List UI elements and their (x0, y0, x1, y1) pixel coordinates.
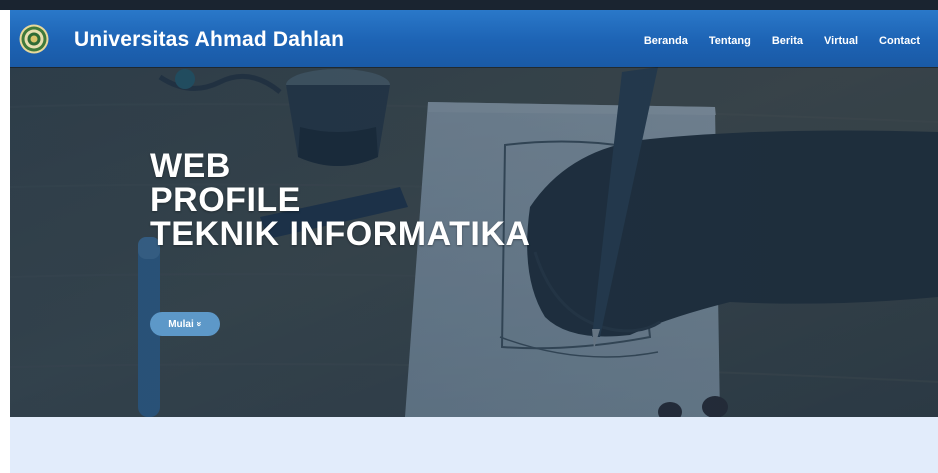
hero-title-line-3: TEKNIK INFORMATIKA (150, 215, 531, 253)
hero-title: WEB PROFILE TEKNIK INFORMATIKA (150, 149, 530, 251)
start-button-label: Mulai (168, 318, 194, 330)
hero-title-line-1: WEB (150, 147, 231, 185)
nav-item-virtual[interactable]: Virtual (824, 35, 858, 47)
nav-item-berita[interactable]: Berita (772, 35, 803, 47)
navbar: Universitas Ahmad Dahlan Beranda Tentang… (10, 10, 938, 67)
window-top-edge (0, 0, 938, 10)
content-section (10, 417, 938, 473)
start-button[interactable]: Mulai » (150, 312, 220, 336)
page: Universitas Ahmad Dahlan Beranda Tentang… (0, 0, 938, 473)
hero-title-line-2: PROFILE (150, 181, 301, 219)
nav-item-beranda[interactable]: Beranda (644, 35, 688, 47)
nav-item-contact[interactable]: Contact (879, 35, 920, 47)
university-seal-icon[interactable] (19, 24, 49, 54)
double-chevron-down-icon: » (194, 321, 205, 327)
hero-section: WEB PROFILE TEKNIK INFORMATIKA Mulai » (10, 67, 938, 417)
brand-name[interactable]: Universitas Ahmad Dahlan (74, 28, 344, 52)
nav-item-tentang[interactable]: Tentang (709, 35, 751, 47)
main-nav: Beranda Tentang Berita Virtual Contact (623, 35, 920, 47)
